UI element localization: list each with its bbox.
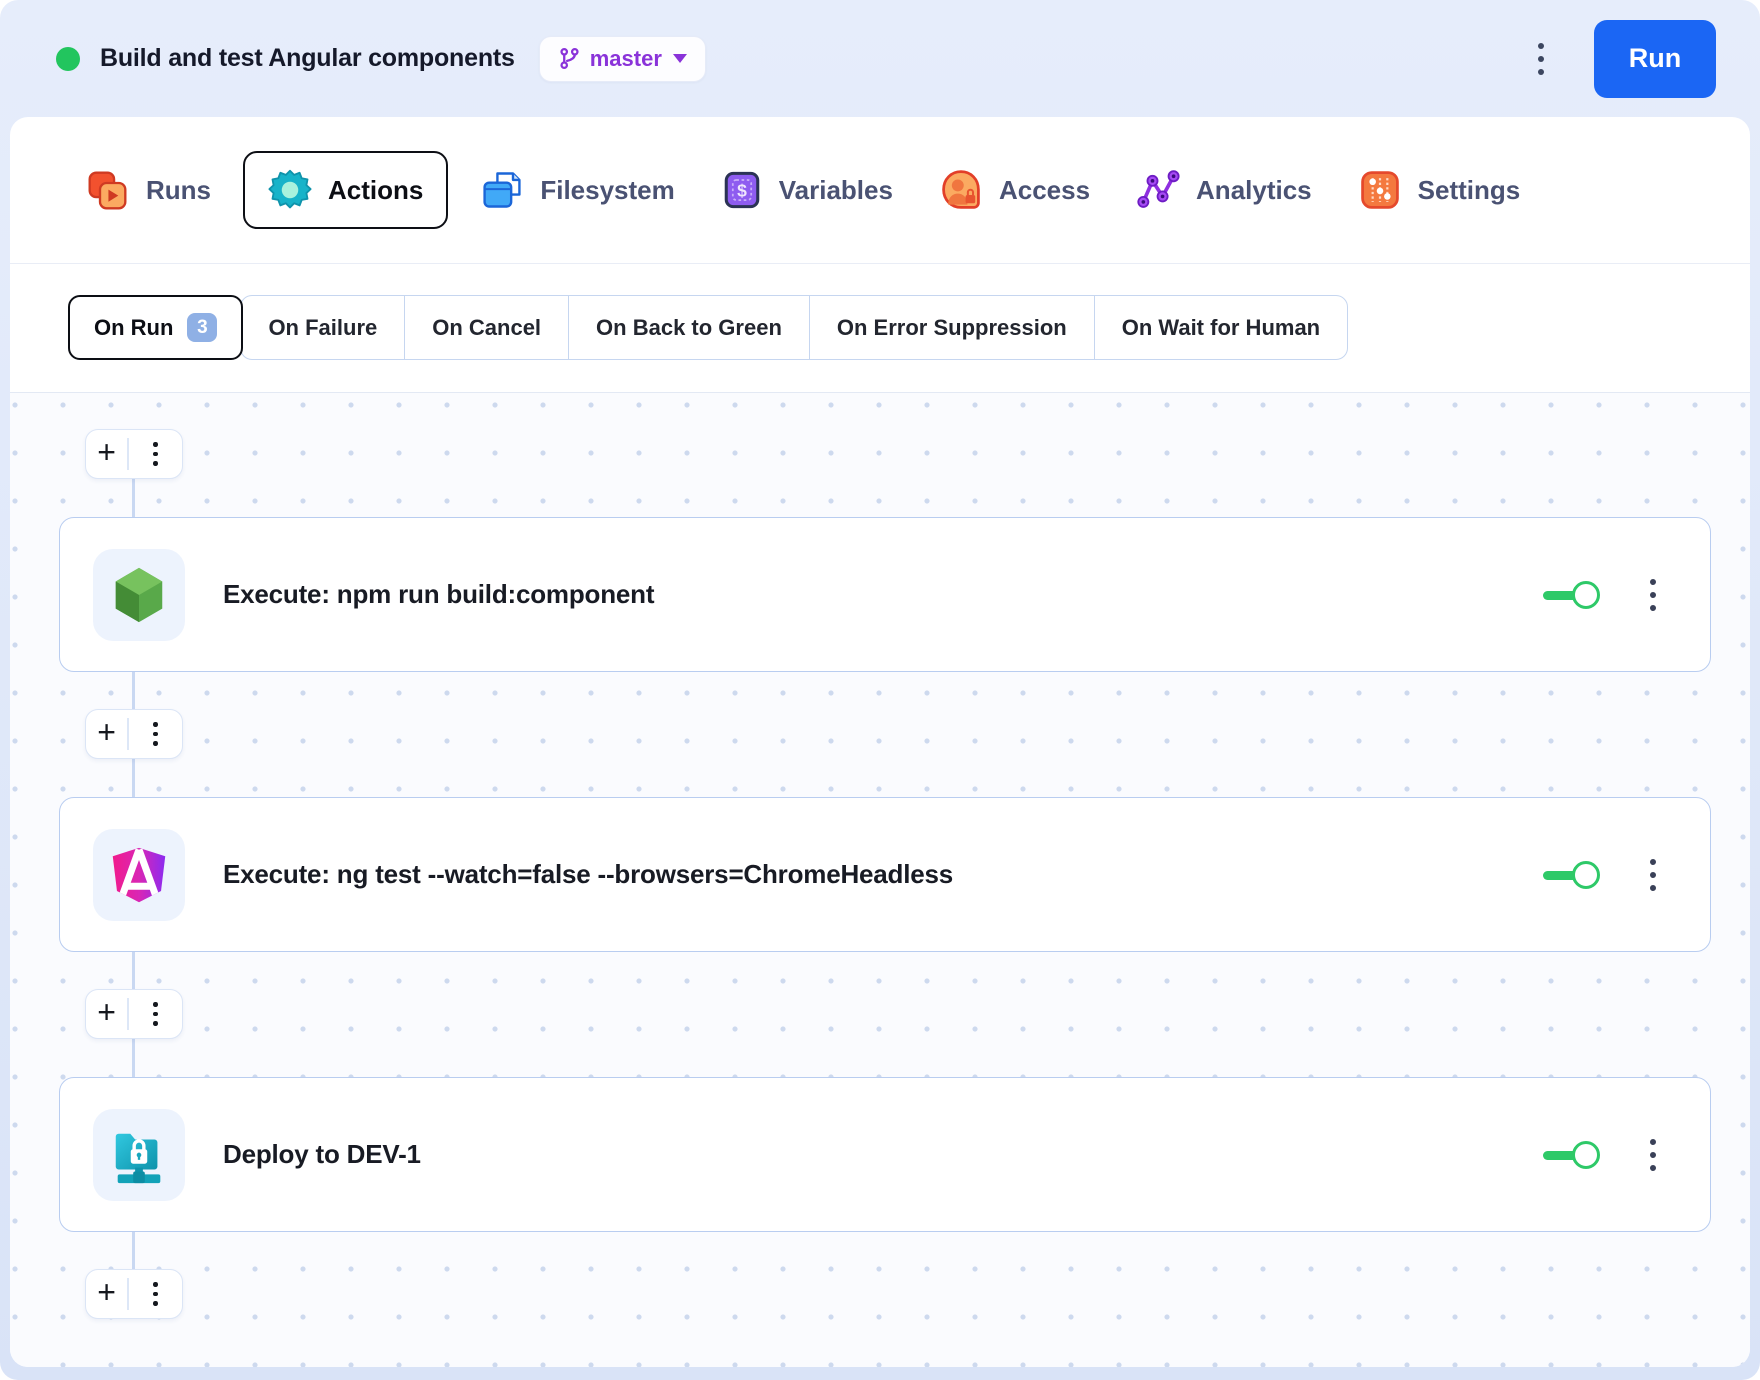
event-tab-group: On Failure On Cancel On Back to Green On… <box>240 295 1348 360</box>
event-tab-on-run[interactable]: On Run 3 <box>68 295 243 360</box>
action-icon-box <box>93 829 185 921</box>
tab-label: Filesystem <box>540 175 674 206</box>
run-button[interactable]: Run <box>1594 20 1716 98</box>
status-dot <box>56 47 80 71</box>
action-enabled-toggle[interactable] <box>1543 1141 1600 1169</box>
action-menu-button[interactable] <box>1640 1129 1666 1181</box>
sftp-lock-icon <box>108 1124 170 1186</box>
filesystem-icon <box>480 168 524 212</box>
main-panel: Runs Actions Filesystem <box>10 117 1750 1367</box>
action-enabled-toggle[interactable] <box>1543 581 1600 609</box>
add-action-row: + <box>85 989 183 1039</box>
action-menu-button[interactable] <box>1640 569 1666 621</box>
action-title: Execute: npm run build:component <box>223 579 1543 610</box>
add-action-button[interactable]: + <box>86 710 127 758</box>
row-menu-button[interactable] <box>129 710 182 758</box>
tab-actions[interactable]: Actions <box>243 151 448 229</box>
event-tab-label: On Run <box>94 315 173 341</box>
action-count-badge: 3 <box>187 313 217 342</box>
row-menu-button[interactable] <box>129 1270 182 1318</box>
git-branch-icon <box>558 47 581 70</box>
event-tab-on-cancel[interactable]: On Cancel <box>404 296 568 359</box>
row-menu-button[interactable] <box>129 430 182 478</box>
variables-icon: $ <box>721 169 763 211</box>
branch-name: master <box>590 46 662 72</box>
main-tabs: Runs Actions Filesystem <box>10 117 1750 264</box>
add-action-row: + <box>85 709 183 759</box>
runs-icon <box>85 168 130 213</box>
pipeline-title: Build and test Angular components <box>100 44 515 73</box>
caret-down-icon <box>673 54 687 63</box>
action-icon-box <box>93 1109 185 1201</box>
add-action-button[interactable]: + <box>86 430 127 478</box>
event-tab-on-failure[interactable]: On Failure <box>241 296 404 359</box>
tab-label: Actions <box>328 175 423 206</box>
action-card[interactable]: Execute: npm run build:component <box>59 517 1711 672</box>
settings-icon <box>1358 168 1402 212</box>
pipeline-header: Build and test Angular components master… <box>0 0 1760 117</box>
action-card[interactable]: Deploy to DEV-1 <box>59 1077 1711 1232</box>
tab-variables[interactable]: $ Variables <box>721 169 893 211</box>
add-action-button[interactable]: + <box>86 990 127 1038</box>
add-action-row: + <box>85 1269 183 1319</box>
analytics-icon <box>1136 168 1180 212</box>
access-icon <box>939 168 983 212</box>
nodejs-icon <box>108 564 170 626</box>
add-action-button[interactable]: + <box>86 1270 127 1318</box>
action-icon-box <box>93 549 185 641</box>
tab-access[interactable]: Access <box>939 168 1090 212</box>
tab-analytics[interactable]: Analytics <box>1136 168 1312 212</box>
header-menu-button[interactable] <box>1528 33 1554 85</box>
event-tabs: On Run 3 On Failure On Cancel On Back to… <box>10 264 1750 393</box>
actions-icon <box>268 168 312 212</box>
branch-selector[interactable]: master <box>539 36 706 82</box>
angular-icon <box>109 845 169 905</box>
event-tab-on-wait-for-human[interactable]: On Wait for Human <box>1094 296 1347 359</box>
tab-label: Settings <box>1418 175 1521 206</box>
tab-settings[interactable]: Settings <box>1358 168 1521 212</box>
tab-filesystem[interactable]: Filesystem <box>480 168 674 212</box>
tab-runs[interactable]: Runs <box>85 168 211 213</box>
pipeline-canvas: + Execute: npm run build:component <box>10 393 1750 1367</box>
app-window: Build and test Angular components master… <box>0 0 1760 1380</box>
event-tab-on-error-suppression[interactable]: On Error Suppression <box>809 296 1094 359</box>
action-card[interactable]: Execute: ng test --watch=false --browser… <box>59 797 1711 952</box>
action-title: Deploy to DEV-1 <box>223 1139 1543 1170</box>
tab-label: Access <box>999 175 1090 206</box>
svg-text:$: $ <box>737 181 747 201</box>
action-menu-button[interactable] <box>1640 849 1666 901</box>
tab-label: Analytics <box>1196 175 1312 206</box>
action-title: Execute: ng test --watch=false --browser… <box>223 859 1543 890</box>
tab-label: Variables <box>779 175 893 206</box>
add-action-row: + <box>85 429 183 479</box>
action-enabled-toggle[interactable] <box>1543 861 1600 889</box>
row-menu-button[interactable] <box>129 990 182 1038</box>
tab-label: Runs <box>146 175 211 206</box>
event-tab-on-back-to-green[interactable]: On Back to Green <box>568 296 809 359</box>
